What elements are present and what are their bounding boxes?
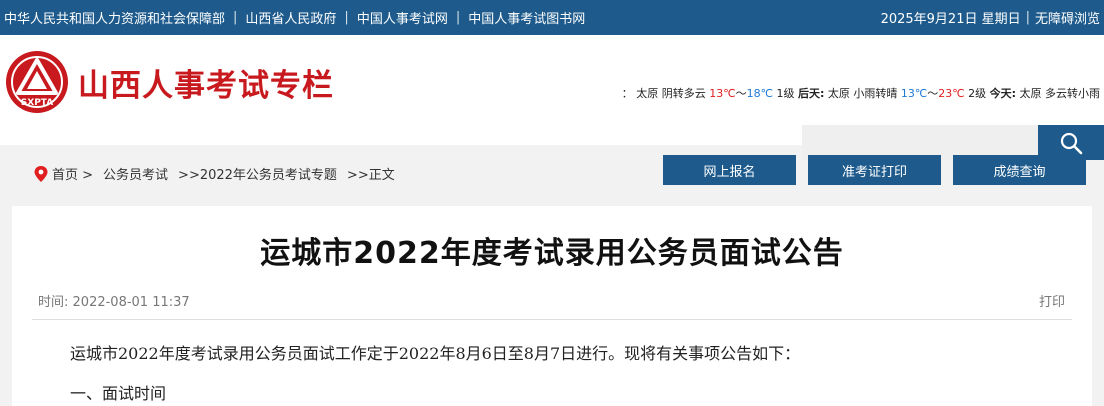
link-cpta[interactable]: 中国人事考试网 — [353, 8, 452, 27]
breadcrumb-home[interactable]: 首页 > — [52, 164, 93, 183]
separator: | — [233, 10, 238, 25]
score-query-button[interactable]: 成绩查询 — [953, 155, 1086, 185]
online-register-button[interactable]: 网上报名 — [663, 155, 796, 185]
svg-text:SXPTA: SXPTA — [21, 98, 53, 108]
current-date: 2025年9月21日 星期日 — [880, 12, 1021, 27]
sxpta-logo-icon: SXPTA — [6, 51, 68, 113]
separator: | — [1025, 10, 1030, 25]
section-heading: 一、面试时间 — [70, 384, 167, 403]
site-header: SXPTA 山西人事考试专栏 ： 太原 阴转多云 13℃～18℃ 1级 后天: … — [0, 35, 1104, 160]
article-title: 运城市2022年度考试录用公务员面试公告 — [260, 236, 844, 271]
breadcrumb-current: >>正文 — [346, 168, 395, 183]
breadcrumb-topic[interactable]: >>2022年公务员考试专题 — [178, 164, 337, 183]
search-icon — [1060, 132, 1083, 154]
top-links: 中华人民共和国人力资源和社会保障部 | 山西省人民政府 | 中国人事考试网 | … — [0, 0, 589, 35]
publish-time: 时间: 2022-08-01 11:37 — [38, 295, 190, 310]
print-link[interactable]: 打印 — [1039, 291, 1065, 310]
site-logo[interactable]: SXPTA 山西人事考试专栏 — [4, 49, 334, 115]
weather-ticker: ： 太原 阴转多云 13℃～18℃ 1级 后天: 太原 小雨转晴 13℃～23℃… — [621, 87, 1100, 100]
breadcrumb-civil-service[interactable]: 公务员考试 — [103, 164, 168, 183]
admit-card-print-button[interactable]: 准考证打印 — [808, 155, 941, 185]
link-cpta-books[interactable]: 中国人事考试图书网 — [464, 8, 589, 27]
divider — [32, 319, 1072, 320]
top-right: 2025年9月21日 星期日 | 无障碍浏览 — [881, 0, 1100, 35]
location-pin-icon — [34, 165, 48, 182]
separator: | — [344, 10, 349, 25]
link-mohrss[interactable]: 中华人民共和国人力资源和社会保障部 — [0, 8, 229, 27]
accessibility-link[interactable]: 无障碍浏览 — [1035, 8, 1100, 27]
article-panel: 运城市2022年度考试录用公务员面试公告 时间: 2022-08-01 11:3… — [12, 206, 1092, 406]
quick-actions: 网上报名 准考证打印 成绩查询 — [663, 155, 1086, 185]
site-title: 山西人事考试专栏 — [78, 67, 334, 104]
link-shanxi-gov[interactable]: 山西省人民政府 — [241, 8, 340, 27]
breadcrumb: 首页 > 公务员考试 >>2022年公务员考试专题 >>正文 — [34, 164, 395, 183]
top-nav-bar: 中华人民共和国人力资源和社会保障部 | 山西省人民政府 | 中国人事考试网 | … — [0, 0, 1104, 35]
article-paragraph: 运城市2022年度考试录用公务员面试工作定于2022年8月6日至8月7日进行。现… — [70, 344, 801, 363]
separator: | — [455, 10, 461, 25]
